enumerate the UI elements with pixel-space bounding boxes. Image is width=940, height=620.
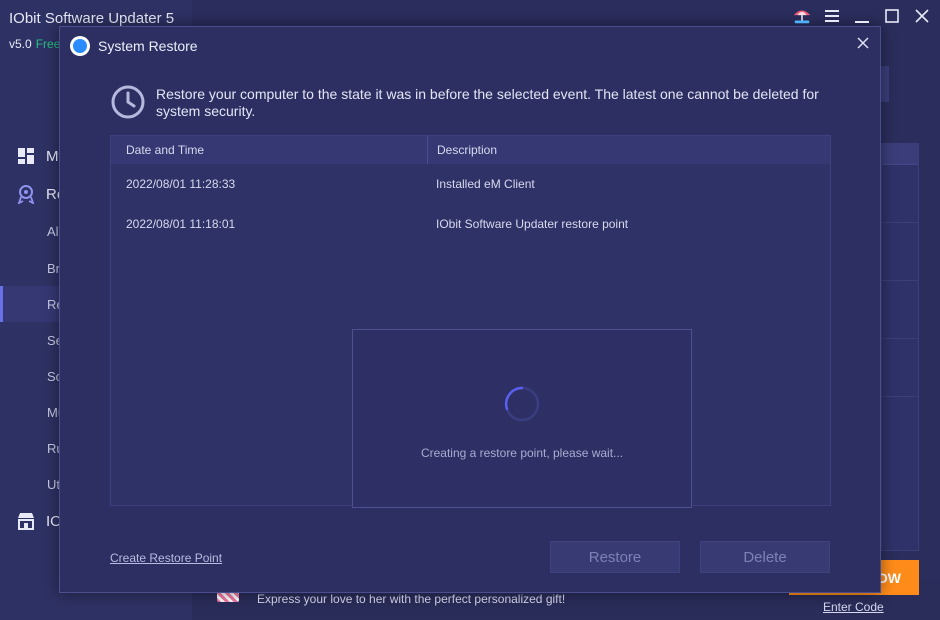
background-button: [881, 66, 889, 102]
loading-spinner-icon: [504, 386, 540, 422]
app-title: IObit Software Updater 5: [9, 10, 175, 27]
clock-icon: [111, 85, 145, 119]
row-datetime: 2022/08/01 11:28:33: [126, 177, 236, 191]
window-controls: [792, 6, 932, 26]
version-label: v5.0: [9, 37, 32, 51]
store-icon: [16, 511, 36, 531]
dialog-info: Restore your computer to the state it wa…: [110, 84, 830, 120]
create-restore-point-link[interactable]: Create Restore Point: [110, 551, 222, 565]
table-row[interactable]: 2022/08/01 11:18:01 IObit Software Updat…: [111, 204, 830, 244]
progress-overlay: Creating a restore point, please wait...: [352, 329, 692, 508]
row-description: Installed eM Client: [436, 177, 535, 191]
row-description: IObit Software Updater restore point: [436, 217, 629, 231]
iobit-logo-icon: [70, 36, 90, 56]
edition-label: Free: [35, 37, 61, 51]
maximize-icon[interactable]: [882, 6, 902, 26]
app-version: v5.0 Free: [9, 37, 60, 51]
promo-text[interactable]: Express your love to her with the perfec…: [257, 592, 565, 606]
dialog-title: System Restore: [98, 38, 198, 54]
table-row[interactable]: 2022/08/01 11:28:33 Installed eM Client: [111, 164, 830, 204]
dialog-description: Restore your computer to the state it wa…: [156, 86, 819, 119]
minimize-icon[interactable]: [852, 6, 872, 26]
background-table: [881, 143, 919, 551]
menu-icon[interactable]: [822, 6, 842, 26]
enter-code-link[interactable]: Enter Code: [823, 600, 884, 614]
system-restore-dialog: System Restore Restore your computer to …: [59, 26, 881, 593]
dashboard-icon: [16, 146, 36, 166]
restore-button[interactable]: Restore: [550, 541, 680, 573]
column-header-date[interactable]: Date and Time: [111, 136, 428, 164]
dialog-title-bar: System Restore: [70, 36, 198, 56]
gift-icon[interactable]: [792, 6, 812, 26]
close-icon[interactable]: [912, 6, 932, 26]
column-header-description[interactable]: Description: [428, 136, 497, 164]
row-datetime: 2022/08/01 11:18:01: [126, 217, 236, 231]
rescue-icon: [16, 184, 36, 204]
delete-button[interactable]: Delete: [700, 541, 830, 573]
gift-ribbon-icon: [217, 592, 239, 602]
dialog-close-icon[interactable]: [853, 33, 873, 53]
restore-points-table: Date and Time Description 2022/08/01 11:…: [110, 135, 831, 508]
loading-text: Creating a restore point, please wait...: [420, 446, 624, 460]
table-header: Date and Time Description: [111, 136, 830, 164]
